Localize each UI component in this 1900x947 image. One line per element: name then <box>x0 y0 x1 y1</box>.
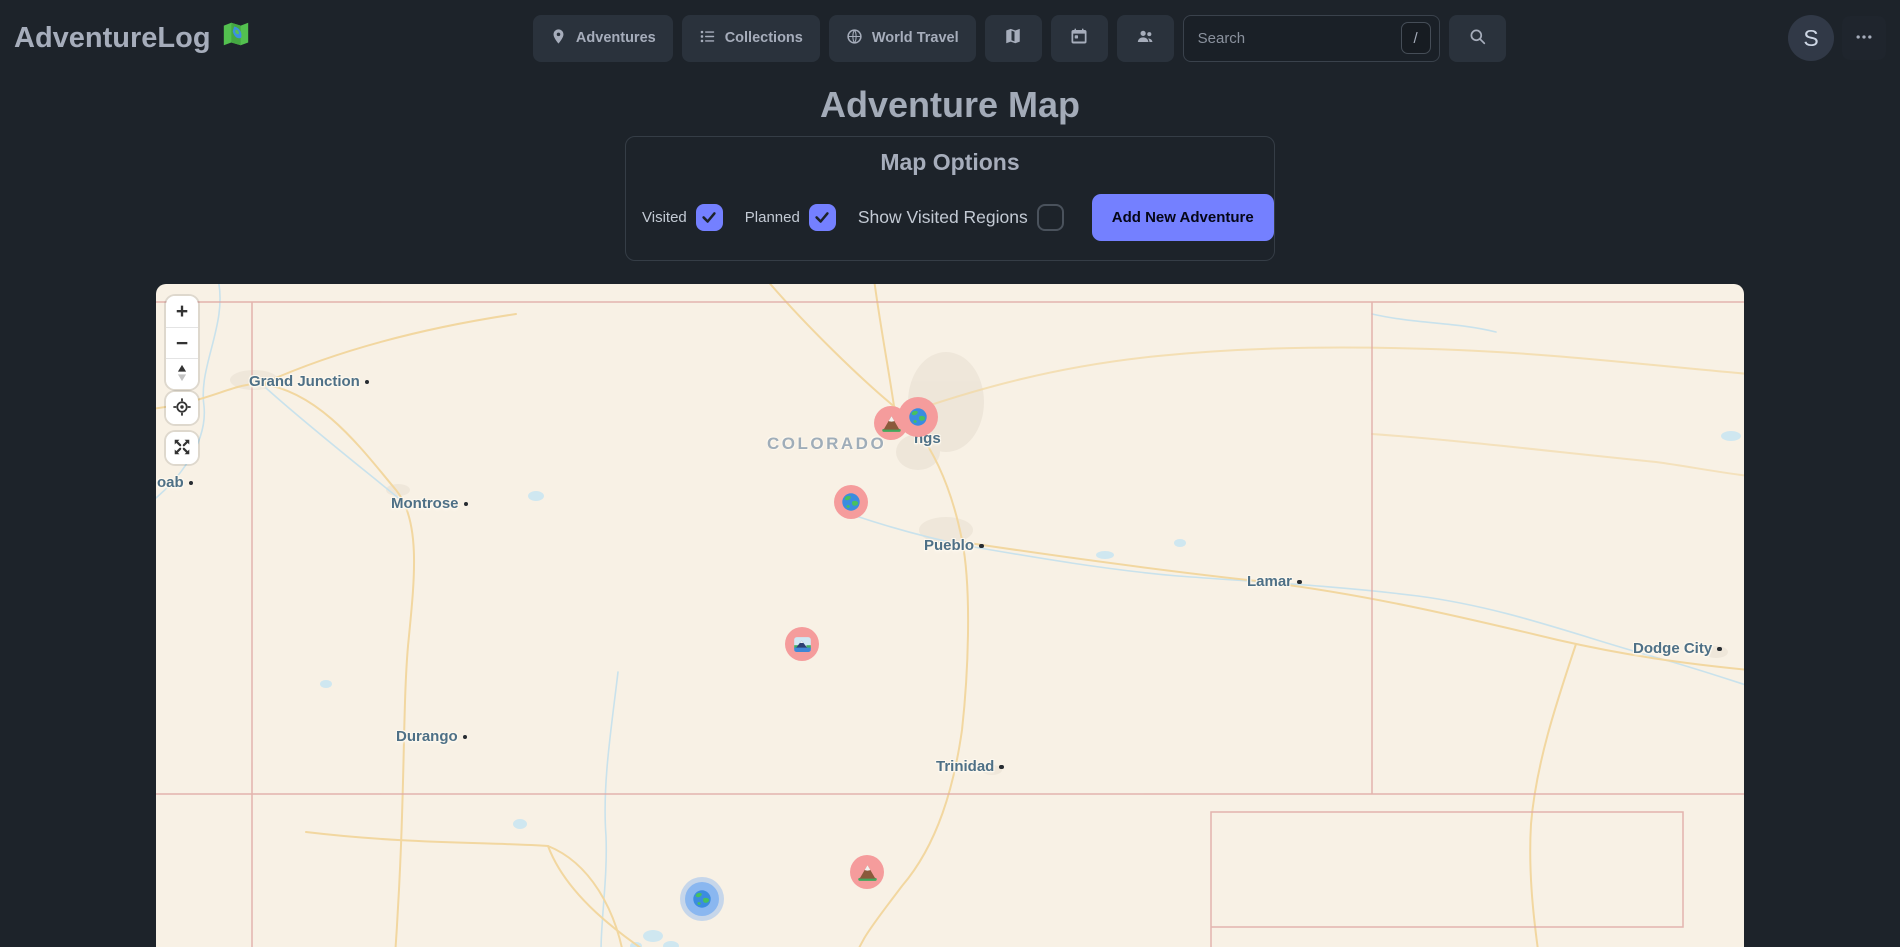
city-dot <box>463 735 468 740</box>
city-dot <box>1297 580 1302 585</box>
nav-adventures-button[interactable]: Adventures <box>533 15 673 62</box>
city-label: Grand Junction <box>249 373 369 390</box>
toggle-label: Planned <box>745 209 800 226</box>
toggle-visited: Visited <box>642 204 723 231</box>
basemap-graphics <box>156 284 1744 947</box>
app-logo[interactable]: AdventureLog <box>14 19 251 57</box>
map-marker-globe-visited[interactable] <box>834 485 868 519</box>
zoom-in-button[interactable]: + <box>166 296 198 327</box>
avatar-initial: S <box>1803 25 1818 52</box>
toggle-label: Visited <box>642 209 687 226</box>
city-dot <box>1717 647 1722 652</box>
nav-users-button[interactable] <box>1117 15 1174 62</box>
navbar: AdventureLog Adventures Collections <box>0 0 1900 76</box>
geolocate-control-group <box>166 392 198 424</box>
map-marker-mountain-visited[interactable] <box>850 855 884 889</box>
toggle-planned: Planned <box>745 204 836 231</box>
fullscreen-button[interactable] <box>166 432 198 464</box>
fullscreen-control-group <box>166 432 198 464</box>
search-shortcut-key: / <box>1401 22 1431 54</box>
city-dot <box>979 544 984 549</box>
globe-emoji-icon <box>907 406 929 428</box>
list-icon <box>699 28 716 49</box>
search-input[interactable] <box>1190 30 1401 47</box>
geolocate-icon <box>172 397 192 420</box>
nav-collections-button[interactable]: Collections <box>682 15 820 62</box>
plus-icon: + <box>176 301 188 322</box>
globe-icon <box>846 28 863 49</box>
city-label: Durango <box>396 728 467 745</box>
map-emoji-icon <box>221 19 251 57</box>
main-nav: Adventures Collections World Travel <box>533 15 1506 62</box>
nav-adventures-label: Adventures <box>576 30 656 46</box>
park-emoji-icon <box>792 634 813 655</box>
search-button[interactable] <box>1449 15 1506 62</box>
minus-icon: − <box>176 333 188 354</box>
map-options-card: Map Options Visited Planned Show Visited R… <box>625 136 1275 261</box>
ellipsis-icon <box>1854 27 1874 50</box>
mountain-emoji-icon <box>857 862 878 883</box>
city-label: Montrose <box>391 495 468 512</box>
overflow-menu-button[interactable] <box>1842 16 1886 60</box>
city-dot <box>365 380 370 385</box>
zoom-out-button[interactable]: − <box>166 327 198 358</box>
map-marker-park-visited[interactable] <box>785 627 819 661</box>
pin-icon <box>550 28 567 49</box>
city-dot <box>999 765 1004 770</box>
fullscreen-icon <box>172 437 192 460</box>
checkbox-planned[interactable] <box>809 204 836 231</box>
checkbox-visited[interactable] <box>696 204 723 231</box>
add-new-adventure-button[interactable]: Add New Adventure <box>1092 194 1274 241</box>
geolocate-button[interactable] <box>166 392 198 424</box>
city-label: Trinidad <box>936 758 1004 775</box>
map-marker-globe-planned[interactable] <box>685 882 719 916</box>
adventure-map-canvas[interactable]: COLORADO ngs Grand JunctionoabMontroseDu… <box>156 284 1744 947</box>
compass-icon <box>174 363 190 386</box>
map-options-row: VisitedPlannedShow Visited Regions Add N… <box>642 190 1258 244</box>
nav-map-button[interactable] <box>985 15 1042 62</box>
city-label: Dodge City <box>1633 640 1722 657</box>
compass-button[interactable] <box>166 358 198 389</box>
map-options-title: Map Options <box>642 149 1258 176</box>
calendar-icon <box>1070 27 1088 49</box>
toggle-group: Visited Planned Show Visited Regions <box>642 204 1064 231</box>
toggle-show-visited-regions: Show Visited Regions <box>858 204 1064 231</box>
toggle-label: Show Visited Regions <box>858 207 1028 228</box>
zoom-control-group: + − <box>166 296 198 389</box>
city-label: oab <box>157 474 193 491</box>
globe-emoji-icon <box>691 888 713 910</box>
navbar-right: S <box>1788 15 1886 61</box>
page-title: Adventure Map <box>0 84 1900 126</box>
user-avatar[interactable]: S <box>1788 15 1834 61</box>
nav-calendar-button[interactable] <box>1051 15 1108 62</box>
map-marker-globe-visited[interactable] <box>898 397 938 437</box>
city-dot <box>464 502 469 507</box>
nav-collections-label: Collections <box>725 30 803 46</box>
city-label: Pueblo <box>924 537 984 554</box>
city-dot <box>189 481 194 486</box>
city-label: Lamar <box>1247 573 1302 590</box>
search-box: / <box>1183 15 1440 62</box>
nav-world-travel-button[interactable]: World Travel <box>829 15 976 62</box>
globe-emoji-icon <box>840 491 862 513</box>
app-name: AdventureLog <box>14 22 211 55</box>
map-icon <box>1004 27 1022 49</box>
users-icon <box>1136 27 1155 50</box>
state-label-colorado: COLORADO <box>767 434 886 454</box>
nav-world-travel-label: World Travel <box>872 30 959 46</box>
search-icon <box>1468 27 1487 50</box>
checkbox-show-visited-regions[interactable] <box>1037 204 1064 231</box>
